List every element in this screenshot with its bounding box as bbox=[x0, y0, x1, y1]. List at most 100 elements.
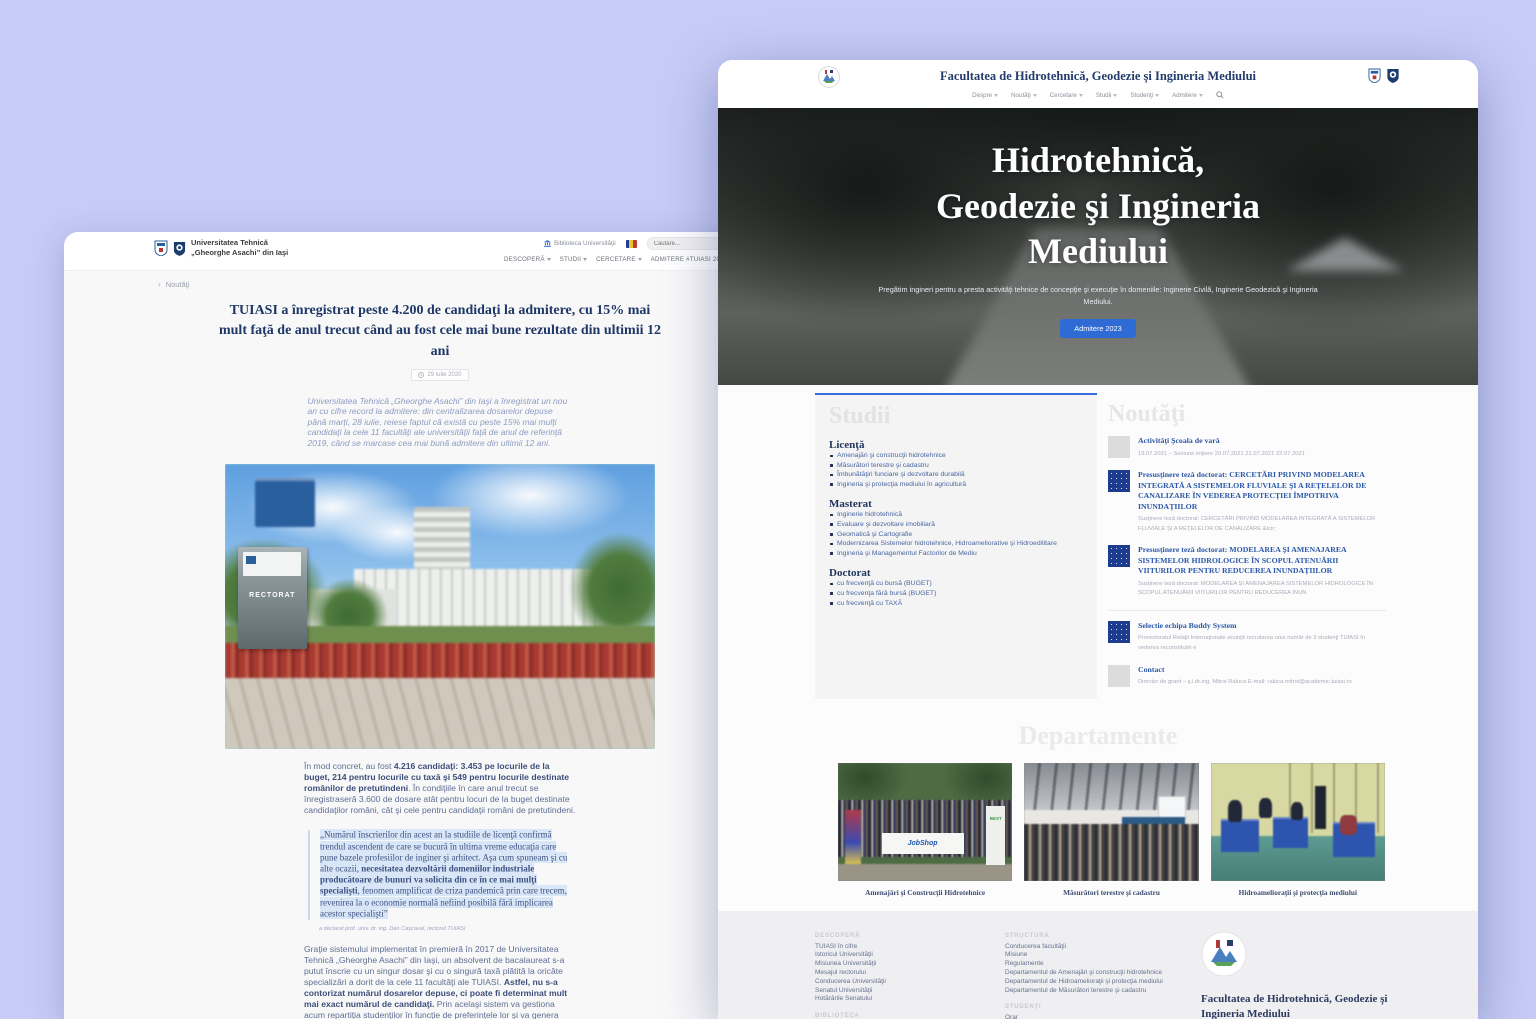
footer-heading-structura: STRUCTURA bbox=[1005, 933, 1201, 939]
chevron-down-icon bbox=[1033, 94, 1037, 97]
department-caption: Măsurători terestre şi cadastru bbox=[1024, 888, 1198, 897]
news-thumbnail-placeholder bbox=[1108, 436, 1130, 458]
footer-heading-biblioteca: BIBLIOTECA bbox=[815, 1013, 1005, 1019]
chevron-down-icon bbox=[1113, 94, 1117, 97]
nav-item-studii[interactable]: Studii bbox=[1096, 92, 1117, 99]
library-building-icon bbox=[544, 240, 551, 247]
breadcrumb-noutati[interactable]: Noutăţi bbox=[166, 280, 190, 289]
chevron-down-icon bbox=[1199, 94, 1203, 97]
studii-doctorat-link[interactable]: cu frecvenţa fără bursă (BUGET) bbox=[829, 589, 1083, 599]
news-item[interactable]: Selectie echipa Buddy System Prorectorat… bbox=[1108, 621, 1385, 654]
department-caption: Amenajări şi Construcţii Hidrotehnice bbox=[838, 888, 1012, 897]
nav-item-cercetare[interactable]: CERCETARE bbox=[596, 256, 642, 263]
nav-item-studenti[interactable]: Studenţi bbox=[1130, 92, 1159, 99]
department-card-masuratori[interactable]: Măsurători terestre şi cadastru bbox=[1024, 763, 1198, 897]
rectorat-sign-text: RECTORAT bbox=[238, 592, 307, 599]
studii-doctorat-link[interactable]: cu frecvenţă cu TAXĂ bbox=[829, 599, 1083, 609]
noutati-heading: Noutăţi bbox=[1108, 401, 1385, 428]
asachi-seal-logo-icon[interactable] bbox=[1386, 68, 1400, 83]
studii-masterat-link[interactable]: Inginerie hidrotehnică bbox=[829, 510, 1083, 520]
studii-masterat-link[interactable]: Ingineria şi Managementul Factorilor de … bbox=[829, 549, 1083, 559]
article-date: 29 iulie 2020 bbox=[427, 372, 461, 378]
tuiasi-shield-logo-icon[interactable] bbox=[1368, 68, 1381, 83]
news-meta: Susţinere teză doctorat: MODELAREA ŞI AM… bbox=[1138, 580, 1385, 599]
department-photo-computer-lab bbox=[1211, 763, 1385, 881]
nav-item-noutati[interactable]: Noutăţi bbox=[1011, 92, 1037, 99]
footer-link[interactable]: Istoricul Universităţii bbox=[815, 951, 1005, 960]
nav-item-admitere[interactable]: Admitere bbox=[1172, 92, 1203, 99]
studii-licenta-link[interactable]: Îmbunătăţiri funciare şi dezvoltare dura… bbox=[829, 470, 1083, 480]
news-title: Presusţinere teză doctorat: MODELAREA ŞI… bbox=[1138, 545, 1385, 577]
footer-heading-descopera: DESCOPERĂ bbox=[815, 933, 1005, 939]
hero-content: Hidrotehnică, Geodezie şi Ingineria Medi… bbox=[718, 138, 1478, 338]
department-card-amenajari[interactable]: BEST JobShop Amenajări şi Construcţii Hi… bbox=[838, 763, 1012, 897]
article-paragraph-2: Graţie sistemului implementat în premier… bbox=[304, 944, 576, 1019]
footer-link[interactable]: Mesajul rectorului bbox=[815, 969, 1005, 978]
hero-title: Hidrotehnică, Geodezie şi Ingineria Medi… bbox=[933, 138, 1263, 275]
university-name-line2: „Gheorghe Asachi” din Iaşi bbox=[191, 248, 288, 258]
studii-masterat-link[interactable]: Modernizarea Sistemelor hidrotehnice, Hi… bbox=[829, 539, 1083, 549]
footer-link[interactable]: Conducerea Universităţii bbox=[815, 978, 1005, 987]
p1-text: În mod concret, au fost bbox=[304, 761, 394, 771]
news-list: Activităţi Şcoala de vară 19.07.2021 – S… bbox=[1108, 436, 1385, 688]
sign-logo bbox=[246, 556, 256, 564]
footer-link[interactable]: Departamentul de Măsurători terestre şi … bbox=[1005, 987, 1201, 996]
rectorat-sign: RECTORAT bbox=[238, 547, 307, 650]
nav-item-studii[interactable]: STUDII bbox=[560, 256, 587, 263]
studii-licenta-link[interactable]: Amenajări şi construcţii hidrotehnice bbox=[829, 451, 1083, 461]
studii-masterat-link[interactable]: Evaluare şi dezvoltare imobiliară bbox=[829, 520, 1083, 530]
footer-link[interactable]: Regulamente bbox=[1005, 960, 1201, 969]
news-meta: Director de grant – ş.l.dr.ing. Mitroi R… bbox=[1138, 678, 1352, 688]
tuiasi-brand[interactable]: Universitatea Tehnică „Gheorghe Asachi” … bbox=[154, 238, 288, 258]
news-title: Contact bbox=[1138, 665, 1352, 676]
studii-masterat-link[interactable]: Geomatică şi Cartografie bbox=[829, 530, 1083, 540]
nav-item-despre[interactable]: Despre bbox=[972, 92, 998, 99]
department-card-hidroamelioratii[interactable]: Hidroamelioraţii şi protecţia mediului bbox=[1211, 763, 1385, 897]
news-title: Presusţinere teză doctorat: CERCETĂRI PR… bbox=[1138, 470, 1385, 512]
tuiasi-site-header: Universitatea Tehnică „Gheorghe Asachi” … bbox=[64, 232, 816, 271]
studii-licenta-link[interactable]: Măsurători terestre şi cadastru bbox=[829, 461, 1083, 471]
language-flag-icon[interactable] bbox=[626, 240, 637, 248]
footer-link[interactable]: Departamentul de Hidroamelioraţii şi pro… bbox=[1005, 978, 1201, 987]
student bbox=[1259, 798, 1271, 818]
pavement bbox=[838, 864, 1012, 881]
news-item[interactable]: Presusţinere teză doctorat: MODELAREA ŞI… bbox=[1108, 545, 1385, 599]
news-item[interactable]: Activităţi Şcoala de vară 19.07.2021 – S… bbox=[1108, 436, 1385, 459]
footer-link[interactable]: Senatul Universităţii bbox=[815, 987, 1005, 996]
admitere-2023-button[interactable]: Admitere 2023 bbox=[1060, 319, 1135, 338]
footer-link[interactable]: TUIASI în cifre bbox=[815, 943, 1005, 952]
library-link[interactable]: Biblioteca Universităţii bbox=[544, 240, 616, 247]
tuiasi-shield-logo-icon bbox=[154, 240, 168, 256]
university-name-line1: Universitatea Tehnică bbox=[191, 238, 288, 248]
nav-item-descopera[interactable]: DESCOPERĂ bbox=[504, 256, 551, 263]
department-photo-jobshop: BEST JobShop bbox=[838, 763, 1012, 881]
news-item[interactable]: Presusţinere teză doctorat: CERCETĂRI PR… bbox=[1108, 470, 1385, 534]
professor bbox=[1315, 786, 1325, 828]
footer-link[interactable]: Misiune bbox=[1005, 951, 1201, 960]
nav-item-cercetare[interactable]: Cercetare bbox=[1050, 92, 1083, 99]
studii-licenta-link[interactable]: Ingineria şi protecţia mediului în agric… bbox=[829, 480, 1083, 490]
footer-link[interactable]: Departamentul de Amenajări şi construcţi… bbox=[1005, 969, 1201, 978]
student bbox=[1291, 802, 1303, 821]
footer-faculty-name: Facultatea de Hidrotehnică, Geodezie şi … bbox=[1201, 992, 1401, 1019]
article-title: TUIASI a înregistrat peste 4.200 de cand… bbox=[218, 301, 663, 362]
search-icon[interactable] bbox=[1216, 91, 1224, 99]
footer-link[interactable]: Misiunea Universităţii bbox=[815, 960, 1005, 969]
chevron-down-icon bbox=[638, 258, 642, 261]
article-lead: Universitatea Tehnică „Gheorghe Asachi” … bbox=[308, 396, 573, 448]
footer-link[interactable]: Orar bbox=[1005, 1014, 1201, 1019]
studii-doctorat-link[interactable]: cu frecvenţă cu bursă (BUGET) bbox=[829, 579, 1083, 589]
department-photo-lecture-hall bbox=[1024, 763, 1198, 881]
departamente-heading: Departamente bbox=[718, 721, 1478, 751]
news-item[interactable]: Contact Director de grant – ş.l.dr.ing. … bbox=[1108, 665, 1385, 688]
faculty-site-header: Facultatea de Hidrotehnică, Geodezie şi … bbox=[718, 60, 1478, 108]
back-arrow-icon[interactable]: ‹ bbox=[158, 280, 161, 289]
paved-walkway bbox=[225, 678, 655, 749]
quote1-text: , fenomen amplificat de criza pandemică … bbox=[320, 885, 567, 918]
news-title: Activităţi Şcoala de vară bbox=[1138, 436, 1305, 447]
footer-link[interactable]: Conducerea facultăţii bbox=[1005, 943, 1201, 952]
footer-link[interactable]: Hotărârile Senatului bbox=[815, 995, 1005, 1004]
news-thumbnail-eu-flag bbox=[1108, 545, 1130, 567]
jobshop-banner: JobShop bbox=[882, 833, 964, 853]
news-meta: 19.07.2021 – Sesiune iniţiere 20.07.2021… bbox=[1138, 450, 1305, 460]
